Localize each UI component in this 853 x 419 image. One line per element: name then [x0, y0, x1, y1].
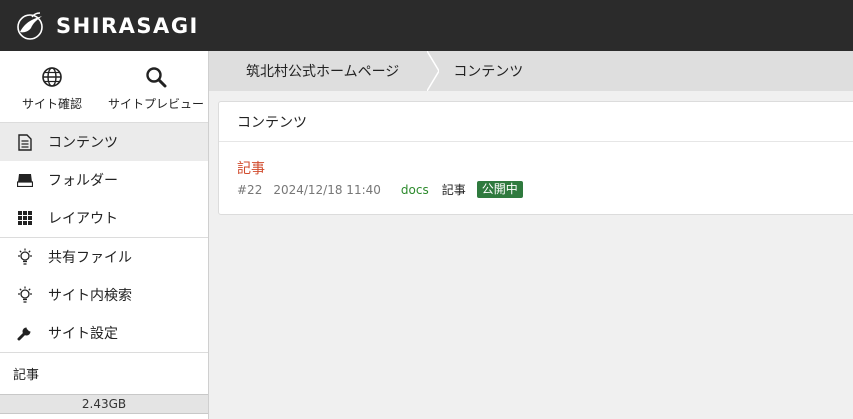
- top-bar: SHIRASAGI: [0, 0, 853, 51]
- item-updated: 2024/12/18 11:40: [273, 182, 381, 197]
- sidebar-item-layouts[interactable]: レイアウト: [0, 199, 208, 237]
- globe-icon: [42, 67, 62, 87]
- document-icon: [15, 132, 35, 152]
- site-view-label: サイト確認: [21, 97, 82, 111]
- contents-panel: コンテンツ 記事 #22 2024/12/18 11:40 docs 記事 公開…: [218, 101, 853, 215]
- site-preview-label: サイトプレビュー: [107, 97, 204, 111]
- sidebar-item-contents[interactable]: コンテンツ: [0, 123, 208, 161]
- sidebar-item-shared-files[interactable]: 共有ファイル: [0, 238, 208, 276]
- wrench-icon: [15, 323, 35, 343]
- item-type: 記事: [441, 183, 466, 197]
- item-id: #22: [237, 182, 263, 197]
- brand-name[interactable]: SHIRASAGI: [56, 14, 199, 38]
- sidebar-item-label: 共有ファイル: [48, 250, 132, 266]
- list-item: 記事 #22 2024/12/18 11:40 docs 記事 公開中: [219, 142, 853, 198]
- disk-usage: 2.43GB: [0, 394, 208, 414]
- item-filename[interactable]: docs: [401, 183, 429, 197]
- site-view-button[interactable]: サイト確認: [0, 51, 104, 122]
- lightbulb-icon: [15, 247, 35, 267]
- sidebar-item-folders[interactable]: フォルダー: [0, 161, 208, 199]
- grid-icon: [15, 208, 35, 228]
- sidebar-item-label: サイト設定: [48, 326, 118, 342]
- sidebar-item-label: コンテンツ: [48, 135, 118, 151]
- quick-links: サイト確認 サイトプレビュー: [0, 51, 208, 123]
- sidebar-item-label: サイト内検索: [48, 288, 132, 304]
- breadcrumb-separator-icon: [427, 51, 440, 91]
- breadcrumb-site[interactable]: 筑北村公式ホームページ: [209, 51, 427, 91]
- site-preview-button[interactable]: サイトプレビュー: [104, 51, 208, 122]
- sidebar-item-site-search[interactable]: サイト内検索: [0, 276, 208, 314]
- sidebar-item-site-settings[interactable]: サイト設定: [0, 314, 208, 352]
- folder-icon: [15, 170, 35, 190]
- sidebar-item-label: フォルダー: [48, 173, 118, 189]
- nav-group-tools: 共有ファイル サイト内検索 サイト設定: [0, 238, 208, 353]
- sidebar-item-label: レイアウト: [48, 211, 118, 227]
- panel-title: コンテンツ: [219, 102, 853, 142]
- status-badge: 公開中: [476, 181, 523, 198]
- current-node-title: 記事: [13, 367, 40, 383]
- search-icon: [146, 67, 167, 88]
- heron-logo-icon[interactable]: [12, 8, 48, 44]
- sidebar: サイト確認 サイトプレビュー コンテンツ フォルダー レイアウト 共有ファイル …: [0, 51, 209, 419]
- breadcrumb: 筑北村公式ホームページ コンテンツ: [209, 51, 853, 91]
- item-title-link[interactable]: 記事: [237, 160, 265, 178]
- breadcrumb-current[interactable]: コンテンツ: [439, 51, 523, 91]
- item-meta: #22 2024/12/18 11:40 docs 記事 公開中: [237, 181, 853, 198]
- lightbulb-icon: [15, 285, 35, 305]
- nav-group-content: コンテンツ フォルダー レイアウト: [0, 123, 208, 238]
